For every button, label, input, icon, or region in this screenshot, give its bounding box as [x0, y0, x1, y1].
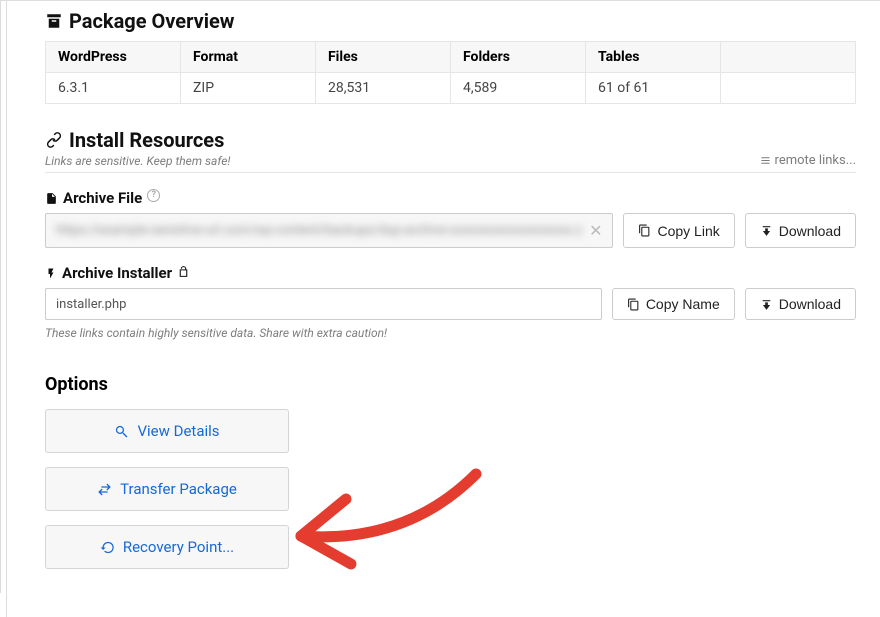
col-folders: Folders	[451, 42, 586, 73]
install-resources-title: Install Resources	[45, 128, 230, 152]
val-tables: 61 of 61	[586, 73, 721, 104]
download-archive-button[interactable]: Download	[745, 213, 856, 248]
archive-installer-label: Archive Installer	[45, 264, 856, 282]
download-installer-button[interactable]: Download	[745, 288, 856, 320]
col-format: Format	[181, 42, 316, 73]
recovery-point-button[interactable]: Recovery Point...	[45, 525, 289, 569]
remote-links-toggle[interactable]: remote links...	[760, 153, 856, 168]
bolt-icon	[45, 266, 57, 281]
col-wordpress: WordPress	[46, 42, 181, 73]
clear-icon[interactable]: ✕	[589, 221, 602, 240]
package-stats-table: WordPress Format Files Folders Tables 6.…	[45, 41, 856, 104]
val-wordpress: 6.3.1	[46, 73, 181, 104]
col-tables: Tables	[586, 42, 721, 73]
copy-icon	[627, 298, 640, 311]
download-icon	[760, 224, 773, 237]
copy-link-button[interactable]: Copy Link	[623, 213, 734, 248]
search-icon	[114, 424, 129, 439]
col-files: Files	[316, 42, 451, 73]
copy-name-button[interactable]: Copy Name	[612, 288, 735, 320]
unlock-icon	[177, 265, 190, 278]
transfer-package-button[interactable]: Transfer Package	[45, 467, 289, 511]
val-files: 28,531	[316, 73, 451, 104]
val-folders: 4,589	[451, 73, 586, 104]
transfer-icon	[97, 482, 112, 497]
download-icon	[760, 298, 773, 311]
copy-icon	[638, 224, 651, 237]
undo-icon	[100, 540, 115, 555]
help-icon[interactable]: ?	[147, 189, 160, 202]
file-icon	[45, 191, 58, 206]
archive-installer-input[interactable]: installer.php	[45, 288, 602, 320]
sensitive-caution: These links contain highly sensitive dat…	[45, 326, 856, 340]
archive-file-label: Archive File ?	[45, 189, 856, 207]
archive-icon	[45, 12, 63, 30]
col-empty	[721, 42, 856, 73]
links-sensitive-note: Links are sensitive. Keep them safe!	[45, 154, 230, 168]
val-format: ZIP	[181, 73, 316, 104]
link-icon	[45, 131, 63, 149]
package-overview-title: Package Overview	[45, 9, 856, 33]
bars-icon	[760, 155, 771, 166]
archive-file-input[interactable]: https://example-sensitive-url.com/wp-con…	[45, 213, 613, 248]
table-row: 6.3.1 ZIP 28,531 4,589 61 of 61	[46, 73, 856, 104]
options-title: Options	[45, 374, 856, 395]
view-details-button[interactable]: View Details	[45, 409, 289, 453]
